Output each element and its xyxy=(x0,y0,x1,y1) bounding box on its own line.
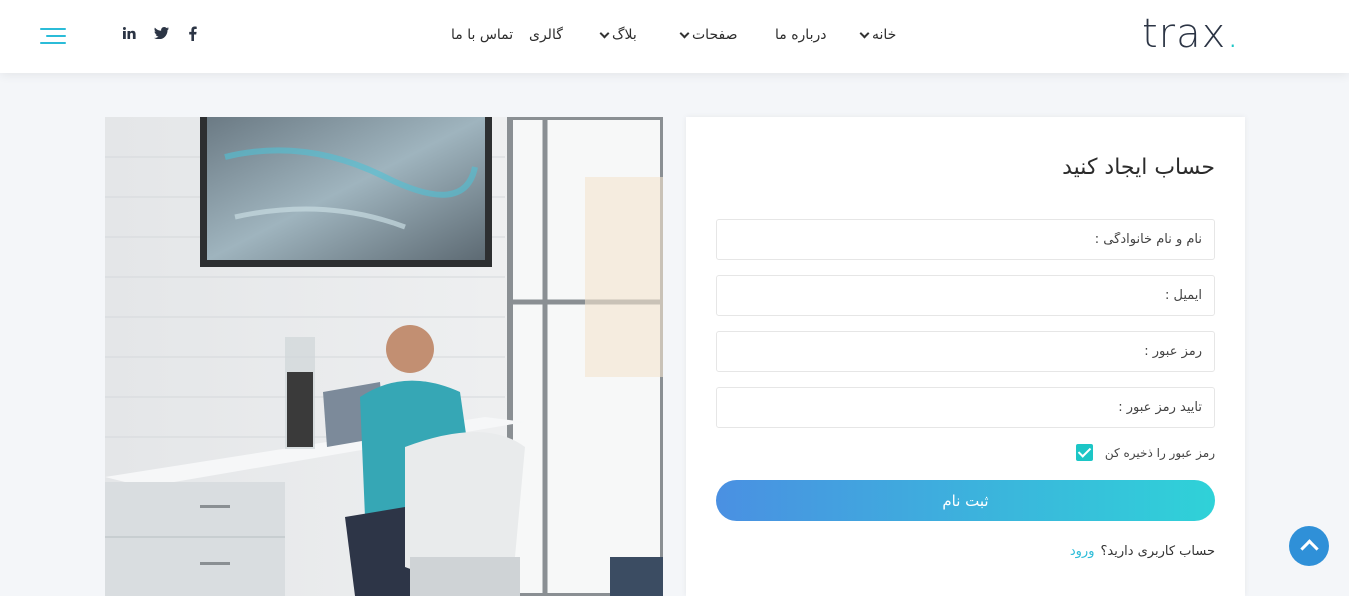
nav-item-label: صفحات xyxy=(692,27,738,43)
chevron-down-icon xyxy=(859,28,870,38)
office-photo xyxy=(105,117,663,596)
nav-item-label: بلاگ xyxy=(612,27,637,43)
register-form-card: حساب ایجاد کنید رمز عبور را ذخیره کن ثبت… xyxy=(686,117,1245,596)
password-field[interactable] xyxy=(716,331,1215,372)
nav-item-about[interactable]: درباره ما xyxy=(775,27,826,43)
login-link[interactable]: ورود xyxy=(1070,544,1095,559)
email-field[interactable] xyxy=(716,275,1215,316)
remember-row: رمز عبور را ذخیره کن xyxy=(1075,444,1215,461)
nav-item-contact[interactable]: تماس با ما xyxy=(451,27,513,43)
logo[interactable]: trax. xyxy=(1142,12,1240,56)
nav-item-label: گالری xyxy=(529,27,563,43)
chevron-up-icon[interactable] xyxy=(1289,526,1329,566)
nav-item-home[interactable]: خانه xyxy=(859,27,897,43)
nav-item-blog[interactable]: بلاگ xyxy=(599,27,637,43)
nav-item-label: تماس با ما xyxy=(451,27,514,43)
nav-item-pages[interactable]: صفحات xyxy=(679,27,738,43)
register-button[interactable]: ثبت نام xyxy=(716,480,1215,521)
remember-label: رمز عبور را ذخیره کن xyxy=(1104,445,1215,460)
twitter-icon[interactable] xyxy=(154,27,169,39)
nav-item-label: درباره ما xyxy=(775,27,827,43)
hamburger-menu-icon[interactable] xyxy=(40,28,66,46)
linkedin-icon[interactable] xyxy=(123,27,136,39)
facebook-icon[interactable] xyxy=(188,26,197,41)
chevron-down-icon xyxy=(599,28,610,38)
have-account-text: حساب کاربری دارید؟ xyxy=(1100,544,1215,559)
remember-checkbox[interactable] xyxy=(1075,444,1093,461)
nav-item-label: خانه xyxy=(872,27,897,43)
confirm-password-field[interactable] xyxy=(716,387,1215,428)
site-header: trax. خانه درباره ما صفحات بلاگ گالری تم… xyxy=(0,0,1349,73)
form-title: حساب ایجاد کنید xyxy=(1062,155,1215,180)
login-prompt: حساب کاربری دارید؟ ورود xyxy=(1070,544,1215,559)
nav-item-gallery[interactable]: گالری xyxy=(529,27,563,43)
chevron-down-icon xyxy=(679,28,690,38)
fullname-field[interactable] xyxy=(716,219,1215,260)
